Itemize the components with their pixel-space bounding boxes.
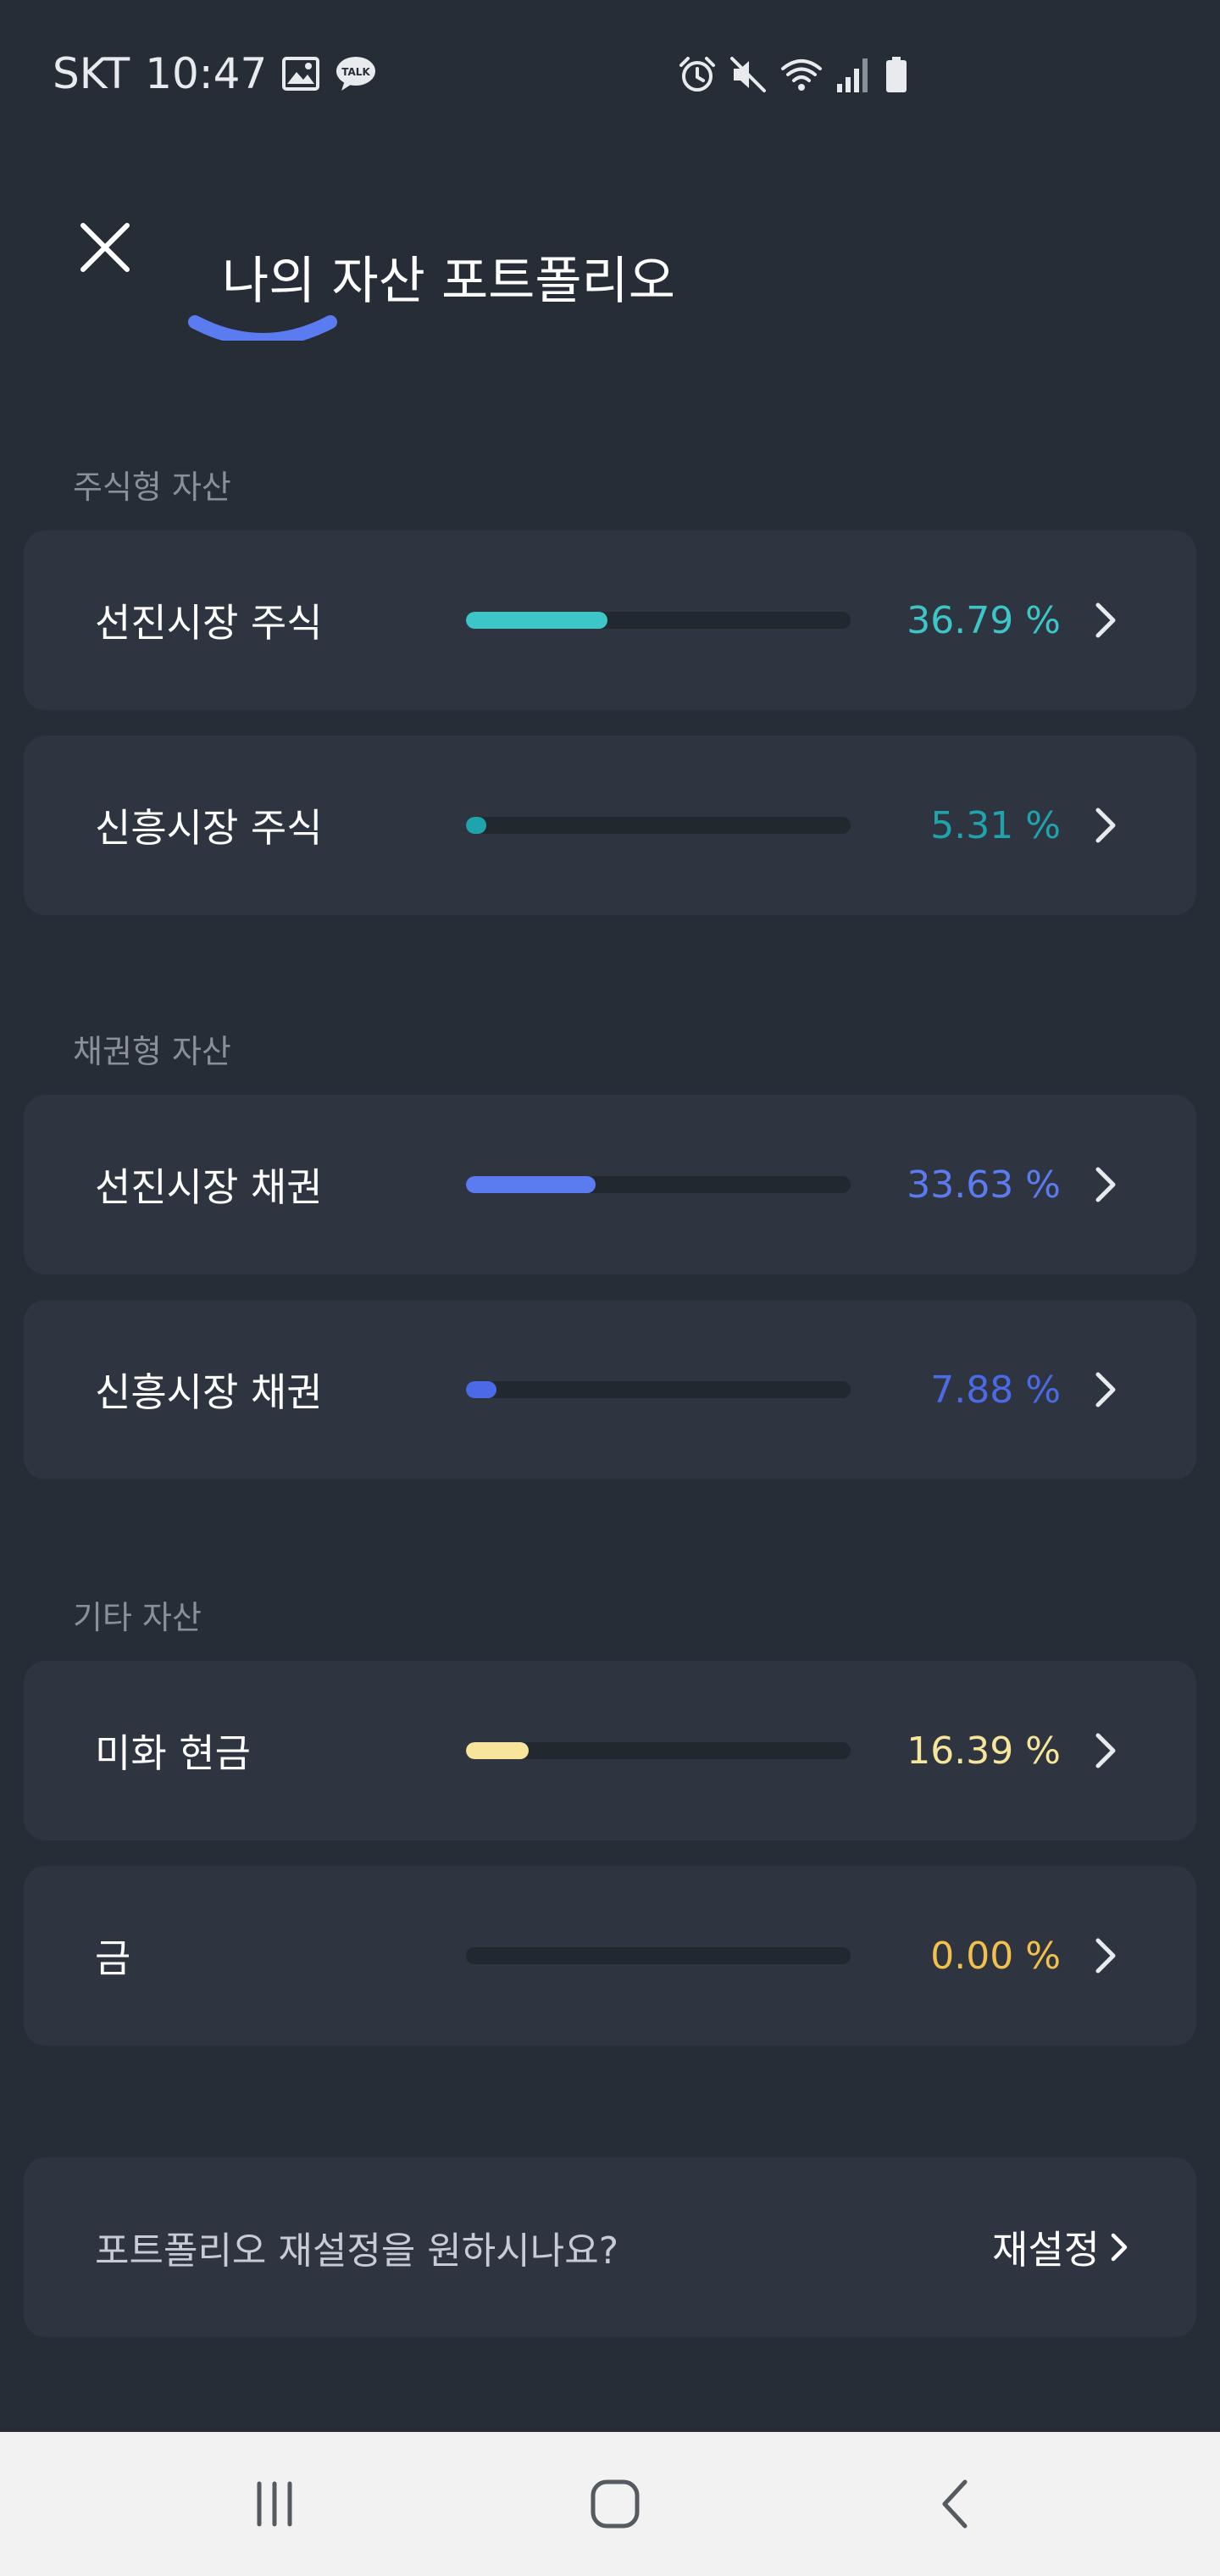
status-left: SKT 10:47 TALK [53, 44, 377, 103]
reset-portfolio-card: 포트폴리오 재설정을 원하시나요? 재설정 [24, 2157, 1196, 2337]
section-label-bond: 채권형 자산 [73, 1033, 231, 1070]
back-icon [942, 2479, 968, 2529]
allocation-bar-track [466, 1742, 851, 1759]
reset-button[interactable]: 재설정 [992, 2157, 1132, 2337]
allocation-bar-fill [466, 612, 608, 629]
screen: SKT 10:47 TALK 나의 자산 포트폴리오 주식형 자산 선진시장 주… [0, 0, 1220, 2576]
wifi-icon [779, 55, 824, 94]
allocation-bar-fill [466, 1742, 530, 1759]
home-icon [591, 2479, 640, 2529]
allocation-bar-fill [466, 817, 487, 834]
recent-apps-button[interactable] [232, 2462, 317, 2546]
asset-row-gold[interactable]: 금 0.00 % [24, 1866, 1196, 2046]
battery-icon [884, 55, 908, 94]
signal-icon [835, 55, 873, 94]
asset-name: 신흥시장 주식 [95, 805, 323, 851]
allocation-bar-track [466, 1176, 851, 1193]
asset-percent: 36.79 % [907, 598, 1061, 642]
home-button[interactable] [573, 2462, 657, 2546]
asset-row-usd-cash[interactable]: 미화 현금 16.39 % [24, 1661, 1196, 1840]
close-icon [80, 223, 130, 272]
allocation-bar-fill [466, 1176, 596, 1193]
chevron-right-icon [1079, 800, 1130, 851]
allocation-bar-track [466, 1947, 851, 1964]
asset-name: 선진시장 주식 [95, 600, 323, 646]
chevron-right-icon [1079, 1725, 1130, 1776]
asset-row-emerging-equity[interactable]: 신흥시장 주식 5.31 % [24, 736, 1196, 915]
alarm-icon [678, 55, 717, 94]
asset-name: 금 [95, 1935, 131, 1981]
clock-label: 10:47 [145, 49, 268, 98]
close-button[interactable] [71, 214, 139, 281]
allocation-bar-track [466, 1381, 851, 1398]
reset-button-label: 재설정 [992, 2227, 1100, 2273]
talk-icon: TALK [335, 55, 377, 92]
allocation-bar-fill [466, 1381, 496, 1398]
chevron-right-icon [1079, 595, 1130, 646]
section-label-equity: 주식형 자산 [73, 469, 231, 506]
header: 나의 자산 포트폴리오 [0, 186, 1220, 311]
chevron-right-icon [1111, 2233, 1128, 2262]
portfolio-chart-arc [178, 293, 347, 341]
recent-apps-icon [257, 2481, 292, 2527]
chevron-right-icon [1079, 1364, 1130, 1415]
asset-percent: 5.31 % [930, 803, 1061, 847]
navigation-bar [0, 2432, 1220, 2576]
asset-row-developed-equity[interactable]: 선진시장 주식 36.79 % [24, 530, 1196, 710]
mute-icon [729, 55, 768, 94]
asset-percent: 16.39 % [907, 1729, 1061, 1773]
asset-row-emerging-bond[interactable]: 신흥시장 채권 7.88 % [24, 1300, 1196, 1480]
asset-row-developed-bond[interactable]: 선진시장 채권 33.63 % [24, 1095, 1196, 1274]
carrier-label: SKT [53, 49, 130, 98]
asset-name: 선진시장 채권 [95, 1164, 323, 1210]
allocation-bar-track [466, 612, 851, 629]
back-button[interactable] [913, 2462, 998, 2546]
section-label-other: 기타 자산 [73, 1599, 202, 1636]
asset-name: 미화 현금 [95, 1730, 251, 1776]
asset-percent: 33.63 % [907, 1163, 1061, 1207]
status-right [678, 49, 908, 100]
status-bar: SKT 10:47 TALK [0, 0, 1220, 144]
gallery-icon [282, 57, 320, 91]
chevron-right-icon [1079, 1930, 1130, 1981]
asset-percent: 0.00 % [930, 1934, 1061, 1978]
reset-question: 포트폴리오 재설정을 원하시나요? [95, 2229, 619, 2273]
chevron-right-icon [1079, 1159, 1130, 1210]
talk-badge-text: TALK [342, 66, 371, 78]
allocation-bar-track [466, 817, 851, 834]
asset-name: 신흥시장 채권 [95, 1369, 323, 1415]
asset-percent: 7.88 % [930, 1368, 1061, 1412]
